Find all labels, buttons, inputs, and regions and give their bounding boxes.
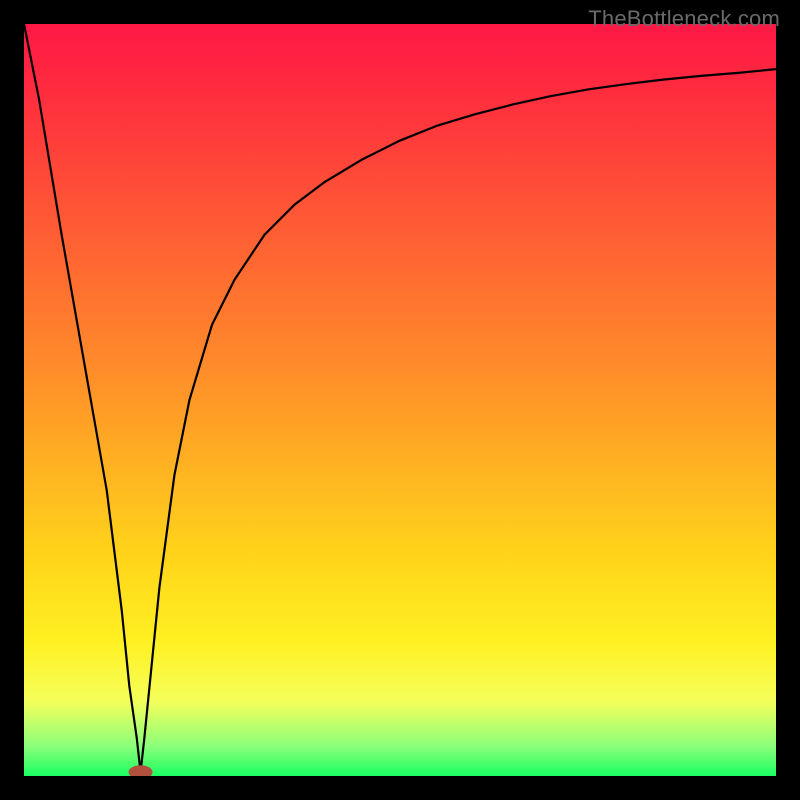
minimum-marker <box>129 765 153 776</box>
chart-outer-frame: TheBottleneck.com <box>0 0 800 800</box>
watermark-text: TheBottleneck.com <box>588 6 780 32</box>
chart-svg-layer <box>24 24 776 776</box>
chart-plot-area <box>24 24 776 776</box>
bottleneck-curve <box>24 24 776 772</box>
